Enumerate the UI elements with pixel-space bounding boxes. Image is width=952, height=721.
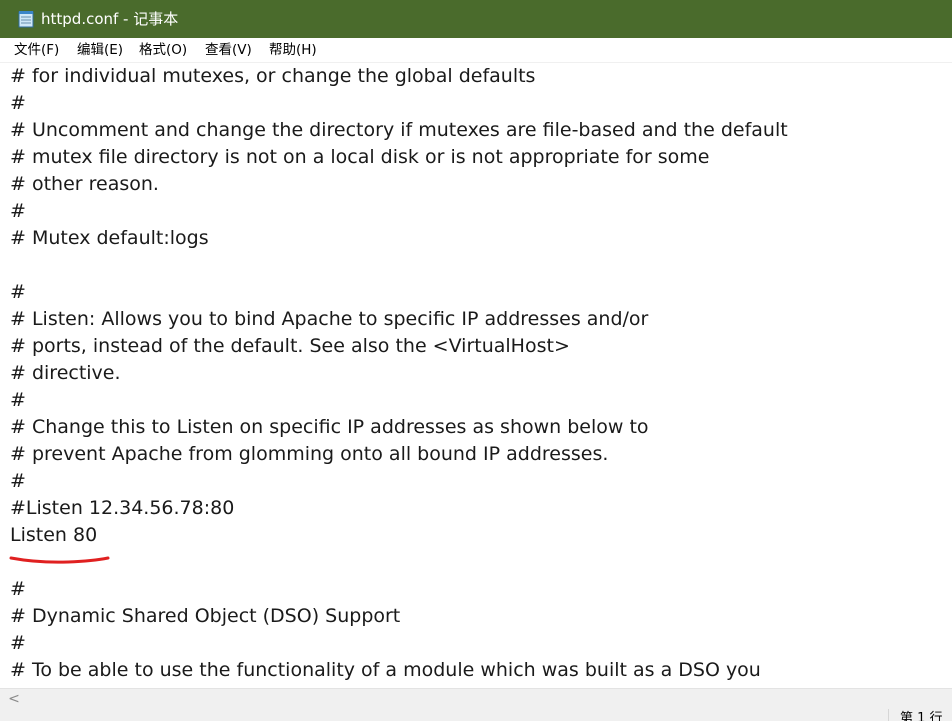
- menu-edit[interactable]: 编辑(E): [76, 41, 124, 59]
- status-separator: [888, 709, 889, 721]
- notepad-icon: [18, 11, 34, 28]
- text-editor[interactable]: # for individual mutexes, or change the …: [0, 63, 952, 688]
- editor-line: # prevent Apache from glomming onto all …: [10, 443, 609, 465]
- editor-line: # other reason.: [10, 173, 159, 195]
- editor-line: # directive.: [10, 362, 121, 384]
- editor-line: # Dynamic Shared Object (DSO) Support: [10, 605, 401, 627]
- title-bar[interactable]: httpd.conf - 记事本: [0, 0, 952, 38]
- editor-line: # ports, instead of the default. See als…: [10, 335, 570, 357]
- editor-line: #: [10, 92, 26, 114]
- status-bar: 第 1 行: [0, 709, 952, 721]
- editor-line: #: [10, 470, 26, 492]
- editor-line: #: [10, 578, 26, 600]
- status-line-indicator: 第 1 行: [900, 711, 943, 721]
- editor-line: #: [10, 389, 26, 411]
- notepad-window: httpd.conf - 记事本 文件(F) 编辑(E) 格式(O) 查看(V)…: [0, 0, 952, 721]
- window-title: httpd.conf - 记事本: [41, 10, 179, 28]
- editor-line: # To be able to use the functionality of…: [10, 659, 761, 681]
- editor-line: # Listen: Allows you to bind Apache to s…: [10, 308, 649, 330]
- scroll-left-arrow-icon[interactable]: <: [6, 689, 22, 709]
- editor-line: Listen 80: [10, 524, 98, 546]
- red-underline-annotation: [9, 556, 110, 564]
- editor-line: # for individual mutexes, or change the …: [10, 65, 536, 87]
- editor-line: # Change this to Listen on specific IP a…: [10, 416, 649, 438]
- editor-line: #: [10, 632, 26, 654]
- horizontal-scrollbar[interactable]: <: [0, 688, 952, 709]
- editor-line: # Uncomment and change the directory if …: [10, 119, 788, 141]
- editor-line: #: [10, 281, 26, 303]
- editor-line: #Listen 12.34.56.78:80: [10, 497, 235, 519]
- menu-format[interactable]: 格式(O): [138, 41, 188, 59]
- menu-view[interactable]: 查看(V): [204, 41, 253, 59]
- editor-line: # mutex file directory is not on a local…: [10, 146, 710, 168]
- menu-bar: 文件(F) 编辑(E) 格式(O) 查看(V) 帮助(H): [0, 38, 952, 63]
- menu-help[interactable]: 帮助(H): [268, 41, 318, 59]
- editor-line: # Mutex default:logs: [10, 227, 209, 249]
- menu-file[interactable]: 文件(F): [13, 41, 60, 59]
- editor-line: #: [10, 200, 26, 222]
